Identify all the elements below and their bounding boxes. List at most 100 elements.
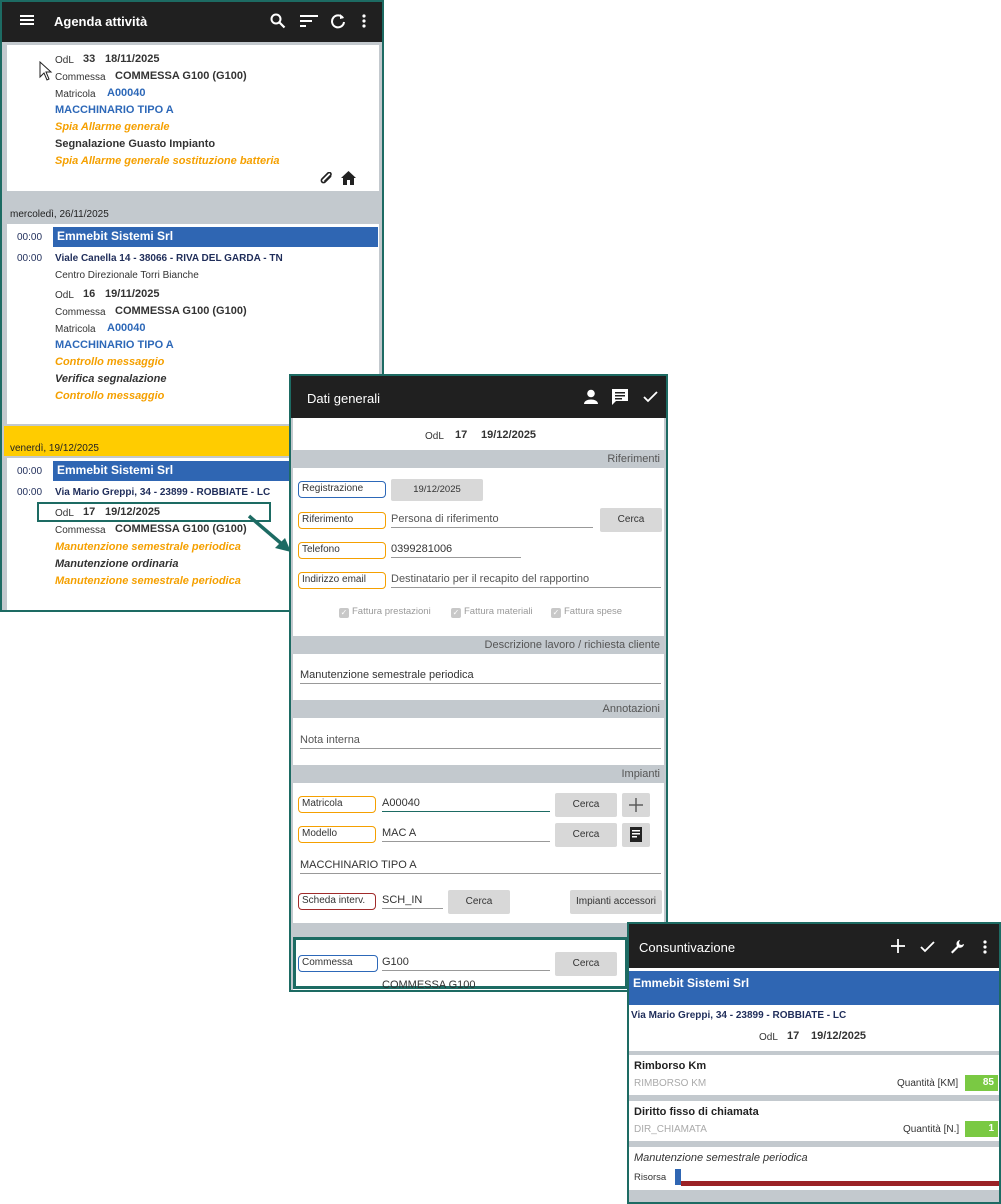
registrazione-label: Registrazione: [298, 481, 386, 498]
fattura-materiali-checkbox[interactable]: ✓ Fattura materiali: [451, 606, 533, 618]
modello-detail-button[interactable]: [622, 823, 650, 847]
odl-date: 19/12/2025: [105, 506, 161, 518]
registrazione-date-button[interactable]: 19/12/2025: [391, 479, 483, 501]
activity-line-2: Segnalazione Guasto Impianto: [55, 138, 216, 150]
document-icon: [630, 827, 642, 842]
message-icon[interactable]: [611, 388, 629, 406]
check-icon[interactable]: [920, 941, 935, 953]
fattura-spese-label: Fattura spese: [564, 606, 623, 617]
riferimento-input[interactable]: Persona di riferimento: [391, 512, 593, 528]
fattura-spese-checkbox[interactable]: ✓ Fattura spese: [551, 606, 622, 618]
date-header-26-11: mercoledì, 26/11/2025: [10, 209, 109, 220]
item-qty-badge: 1: [965, 1121, 998, 1137]
more-vert-icon[interactable]: [983, 940, 987, 954]
activity-line-3: Spia Allarme generale sostituzione batte…: [55, 155, 280, 167]
machine-name: MACCHINARIO TIPO A: [55, 104, 174, 116]
dati-form: OdL 17 19/12/2025 Riferimenti Registrazi…: [293, 418, 664, 990]
address: Viale Canella 14 - 38066 - RIVA DEL GARD…: [55, 253, 283, 264]
matricola-label: Matricola: [298, 796, 376, 813]
search-icon[interactable]: [270, 13, 286, 29]
odl-number: 16: [83, 288, 96, 300]
odl-date: 19/11/2025: [105, 288, 160, 300]
modello-cerca-button[interactable]: Cerca: [555, 823, 617, 847]
odl-label: OdL: [55, 508, 74, 519]
email-input[interactable]: Destinatario per il recapito del rapport…: [391, 572, 661, 588]
riferimento-label: Riferimento: [298, 512, 386, 529]
matricola-input[interactable]: A00040: [382, 796, 550, 812]
odl-number: 17: [787, 1030, 800, 1042]
modello-label: Modello: [298, 826, 376, 843]
fattura-materiali-label: Fattura materiali: [464, 606, 533, 617]
odl-number: 17: [455, 429, 468, 441]
machine-name: MACCHINARIO TIPO A: [55, 339, 174, 351]
matricola-value: A00040: [107, 87, 146, 99]
wrench-icon[interactable]: [950, 939, 965, 954]
risorsa-label: Risorsa: [634, 1172, 667, 1183]
machine-description: MACCHINARIO TIPO A: [300, 858, 661, 874]
plus-icon: [629, 798, 643, 812]
commessa-description: COMMESSA G100: [382, 979, 476, 991]
section-descrizione: Descrizione lavoro / richiesta cliente: [293, 636, 664, 654]
address: Via Mario Greppi, 34 - 23899 - ROBBIATE …: [631, 1010, 847, 1021]
item-code: RIMBORSO KM: [634, 1078, 707, 1089]
home-icon[interactable]: [341, 171, 356, 190]
odl-label: OdL: [55, 290, 74, 301]
fattura-prestazioni-checkbox[interactable]: ✓ Fattura prestazioni: [339, 606, 431, 618]
risorsa-bar: [681, 1181, 999, 1186]
item-qty-label: Quantità [KM]: [897, 1078, 959, 1089]
activity-line-1: Manutenzione semestrale periodica: [55, 541, 241, 553]
sort-icon[interactable]: [300, 15, 318, 27]
item-qty-badge: 85: [965, 1075, 998, 1091]
checkbox-checked-icon: ✓: [339, 608, 349, 618]
telefono-label: Telefono: [298, 542, 386, 559]
cons-activity[interactable]: Manutenzione semestrale periodica Risors…: [629, 1147, 999, 1190]
activity-line-3: Manutenzione semestrale periodica: [55, 575, 241, 587]
add-matricola-button[interactable]: [622, 793, 650, 817]
modello-input[interactable]: MAC A: [382, 826, 550, 842]
matricola-value: A00040: [107, 322, 146, 334]
time-end: 00:00: [17, 253, 43, 264]
add-icon[interactable]: [891, 939, 905, 953]
odl-label: OdL: [759, 1032, 778, 1043]
fattura-prestazioni-label: Fattura prestazioni: [352, 606, 431, 617]
commessa-value: COMMESSA G100 (G100): [115, 70, 247, 82]
more-vert-icon[interactable]: [362, 14, 366, 28]
activity-line-3: Controllo messaggio: [55, 390, 165, 402]
odl-date: 19/12/2025: [481, 429, 537, 441]
impianti-accessori-button[interactable]: Impianti accessori: [570, 890, 662, 914]
activity-line-2: Manutenzione ordinaria: [55, 558, 179, 570]
check-icon[interactable]: [643, 391, 658, 403]
cons-title: Consuntivazione: [639, 940, 736, 955]
company-bar: Emmebit Sistemi Srl: [53, 227, 378, 247]
commessa-label: Commessa: [55, 307, 106, 318]
agenda-card-odl-33[interactable]: OdL 33 18/11/2025 Commessa COMMESSA G100…: [7, 45, 379, 191]
item-name: Rimborso Km: [634, 1060, 707, 1072]
person-icon[interactable]: [583, 389, 599, 405]
scheda-input[interactable]: SCH_IN: [382, 893, 443, 909]
activity-line-2: Verifica segnalazione: [55, 373, 167, 385]
commessa-cerca-button[interactable]: Cerca: [555, 952, 617, 976]
odl-number: 17: [83, 506, 96, 518]
item-name: Diritto fisso di chiamata: [634, 1106, 759, 1118]
matricola-cerca-button[interactable]: Cerca: [555, 793, 617, 817]
cons-item-diritto[interactable]: Diritto fisso di chiamata DIR_CHIAMATA Q…: [629, 1101, 999, 1141]
section-annotazioni: Annotazioni: [293, 700, 664, 718]
cons-item-rimborso[interactable]: Rimborso Km RIMBORSO KM Quantità [KM] 85: [629, 1055, 999, 1095]
activity-line-1: Controllo messaggio: [55, 356, 165, 368]
nota-interna-input[interactable]: Nota interna: [300, 733, 661, 749]
refresh-icon[interactable]: [330, 13, 346, 29]
telefono-input[interactable]: 0399281006: [391, 542, 521, 558]
matricola-label: Matricola: [55, 324, 96, 335]
menu-icon[interactable]: [20, 14, 34, 26]
scheda-cerca-button[interactable]: Cerca: [448, 890, 510, 914]
commessa-input[interactable]: G100: [382, 955, 550, 971]
item-code: DIR_CHIAMATA: [634, 1124, 707, 1135]
section-commessa-head: [293, 923, 664, 937]
time-start: 00:00: [17, 232, 43, 243]
descrizione-input[interactable]: Manutenzione semestrale periodica: [300, 668, 661, 684]
odl-number: 33: [83, 53, 96, 65]
riferimento-cerca-button[interactable]: Cerca: [600, 508, 662, 532]
attachment-icon[interactable]: [320, 171, 334, 191]
item-qty-label: Quantità [N.]: [903, 1124, 960, 1135]
consuntivazione-window: Consuntivazione Emmebit Sistemi Srl Via …: [627, 922, 1001, 1204]
